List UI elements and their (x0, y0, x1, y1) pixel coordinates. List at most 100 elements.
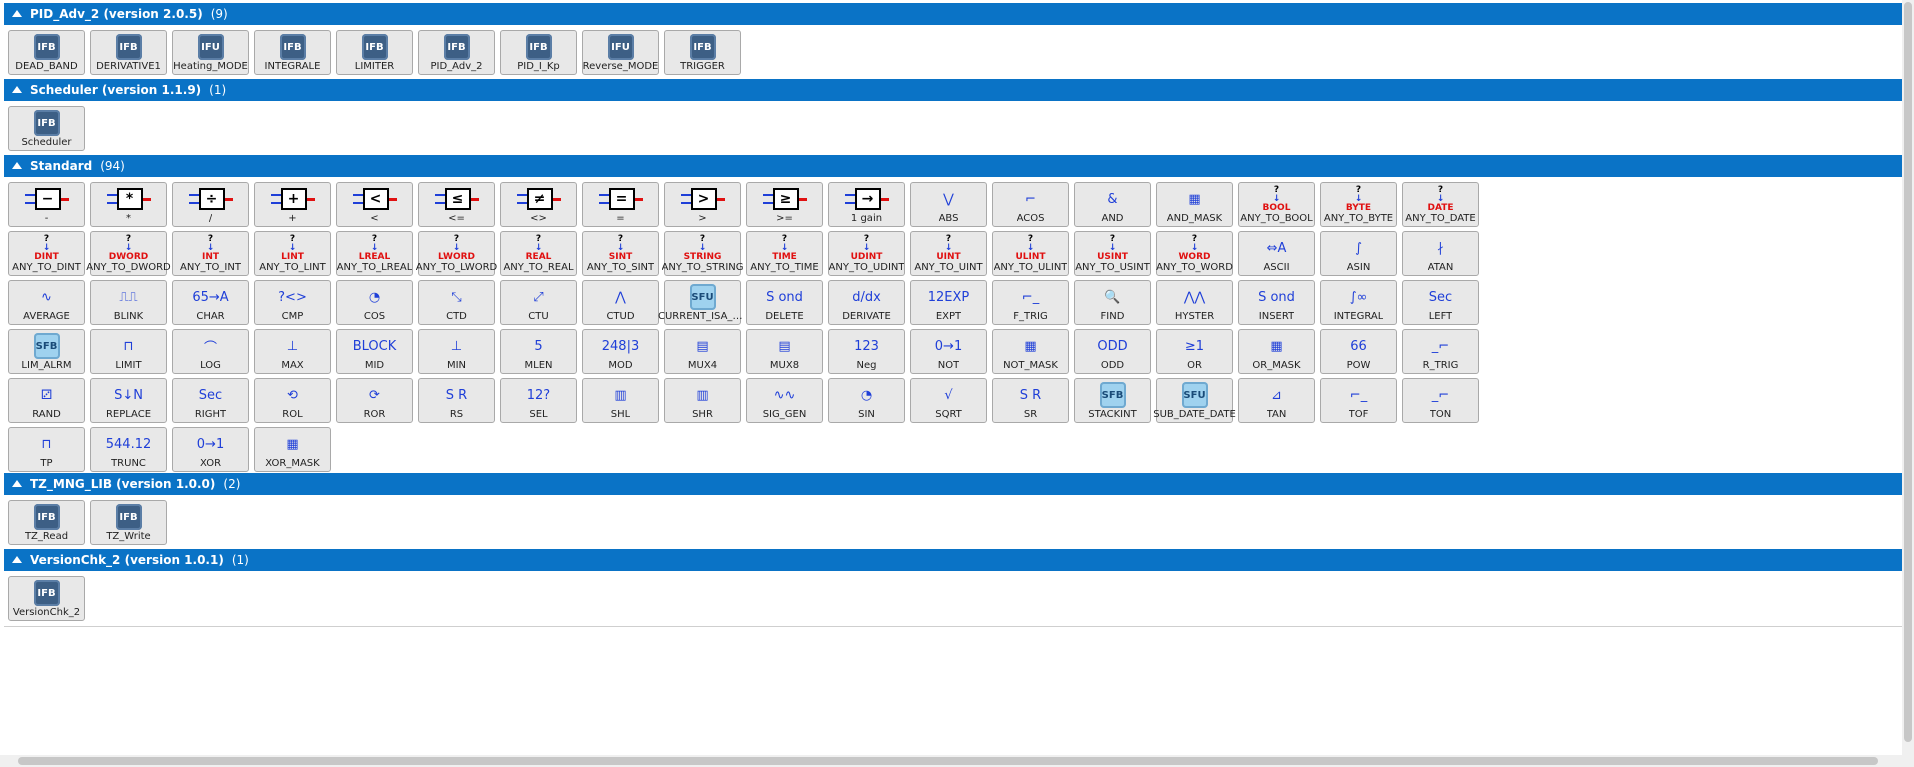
function-block-tile[interactable]: S ond DELETE (746, 280, 823, 325)
function-block-tile[interactable]: ⌐_ F_TRIG (992, 280, 1069, 325)
function-block-tile[interactable]: ≥ >= (746, 182, 823, 227)
function-block-tile[interactable]: ? ↓ INT ANY_TO_INT (172, 231, 249, 276)
function-block-tile[interactable]: ⟲ ROL (254, 378, 331, 423)
function-block-tile[interactable]: ? ↓ UDINT ANY_TO_UDINT (828, 231, 905, 276)
function-block-tile[interactable]: _⌐ R_TRIG (1402, 329, 1479, 374)
function-block-tile[interactable]: ? ↓ STRING ANY_TO_STRING (662, 231, 744, 276)
function-block-tile[interactable]: ≠ <> (500, 182, 577, 227)
function-block-tile[interactable]: ▦ XOR_MASK (254, 427, 331, 472)
function-block-tile[interactable]: ? ↓ DINT ANY_TO_DINT (8, 231, 85, 276)
function-block-tile[interactable]: ⊥ MAX (254, 329, 331, 374)
function-block-tile[interactable]: IFB LIMITER (336, 30, 413, 75)
function-block-tile[interactable]: ▥ SHL (582, 378, 659, 423)
horizontal-scrollbar-thumb[interactable] (18, 757, 1878, 765)
function-block-tile[interactable]: IFB INTEGRALE (254, 30, 331, 75)
function-block-tile[interactable]: 248|3 MOD (582, 329, 659, 374)
function-block-tile[interactable]: ? ↓ SINT ANY_TO_SINT (582, 231, 659, 276)
function-block-tile[interactable]: ? ↓ REAL ANY_TO_REAL (500, 231, 577, 276)
library-header[interactable]: PID_Adv_2 (version 2.0.5) (9) (4, 3, 1902, 25)
function-block-tile[interactable]: Sec RIGHT (172, 378, 249, 423)
function-block-tile[interactable]: ODD ODD (1074, 329, 1151, 374)
function-block-tile[interactable]: ∤ ATAN (1402, 231, 1479, 276)
function-block-tile[interactable]: ⊥ MIN (418, 329, 495, 374)
function-block-tile[interactable]: = = (582, 182, 659, 227)
function-block-tile[interactable]: ⤡ CTD (418, 280, 495, 325)
function-block-tile[interactable]: √ SQRT (910, 378, 987, 423)
function-block-tile[interactable]: ▤ MUX4 (664, 329, 741, 374)
function-block-tile[interactable]: ⌐_ TOF (1320, 378, 1397, 423)
collapse-chevron-icon[interactable] (10, 83, 24, 97)
function-block-tile[interactable]: ▦ AND_MASK (1156, 182, 1233, 227)
function-block-tile[interactable]: ⋁ ABS (910, 182, 987, 227)
function-block-tile[interactable]: * * (90, 182, 167, 227)
function-block-tile[interactable]: IFB TZ_Read (8, 500, 85, 545)
function-block-tile[interactable]: ⇔A ASCII (1238, 231, 1315, 276)
function-block-tile[interactable]: SFU SUB_DATE_DATE (1153, 378, 1236, 423)
function-block-tile[interactable]: ◔ SIN (828, 378, 905, 423)
function-block-tile[interactable]: ∫∞ INTEGRAL (1320, 280, 1397, 325)
function-block-tile[interactable]: ∿ AVERAGE (8, 280, 85, 325)
function-block-tile[interactable]: ? ↓ BOOL ANY_TO_BOOL (1238, 182, 1315, 227)
function-block-tile[interactable]: ? ↓ TIME ANY_TO_TIME (746, 231, 823, 276)
function-block-tile[interactable]: ? ↓ USINT ANY_TO_USINT (1074, 231, 1151, 276)
function-block-tile[interactable]: ?<> CMP (254, 280, 331, 325)
function-block-tile[interactable]: ? ↓ DWORD ANY_TO_DWORD (86, 231, 171, 276)
function-block-tile[interactable]: BLOCK MID (336, 329, 413, 374)
function-block-tile[interactable]: S↓N REPLACE (90, 378, 167, 423)
function-block-tile[interactable]: ⊓ LIMIT (90, 329, 167, 374)
function-block-tile[interactable]: IFB DERIVATIVE1 (90, 30, 167, 75)
function-block-tile[interactable]: ? ↓ LREAL ANY_TO_LREAL (336, 231, 413, 276)
function-block-tile[interactable]: ⋀ CTUD (582, 280, 659, 325)
library-header[interactable]: TZ_MNG_LIB (version 1.0.0) (2) (4, 473, 1902, 495)
function-block-tile[interactable]: SFB STACKINT (1074, 378, 1151, 423)
function-block-tile[interactable]: ≤ <= (418, 182, 495, 227)
collapse-chevron-icon[interactable] (10, 553, 24, 567)
function-block-tile[interactable]: ∫ ASIN (1320, 231, 1397, 276)
function-block-tile[interactable]: 12? SEL (500, 378, 577, 423)
function-block-tile[interactable]: 65→A CHAR (172, 280, 249, 325)
function-block-tile[interactable]: 0→1 NOT (910, 329, 987, 374)
function-block-tile[interactable]: IFB VersionChk_2 (8, 576, 85, 621)
function-block-tile[interactable]: 5 MLEN (500, 329, 577, 374)
function-block-tile[interactable]: 123 Neg (828, 329, 905, 374)
function-block-tile[interactable]: & AND (1074, 182, 1151, 227)
function-block-tile[interactable]: 0→1 XOR (172, 427, 249, 472)
library-header[interactable]: Scheduler (version 1.1.9) (1) (4, 79, 1902, 101)
function-block-tile[interactable]: IFU Reverse_MODE (582, 30, 659, 75)
function-block-tile[interactable]: Sec LEFT (1402, 280, 1479, 325)
function-block-tile[interactable]: < < (336, 182, 413, 227)
function-block-tile[interactable]: ▤ MUX8 (746, 329, 823, 374)
function-block-tile[interactable]: S R RS (418, 378, 495, 423)
function-block-tile[interactable]: ⌒ LOG (172, 329, 249, 374)
function-block-tile[interactable]: IFB Scheduler (8, 106, 85, 151)
function-block-tile[interactable]: 544.12 TRUNC (90, 427, 167, 472)
function-block-tile[interactable]: ⊿ TAN (1238, 378, 1315, 423)
vertical-scrollbar-thumb[interactable] (1904, 2, 1912, 742)
function-block-tile[interactable]: IFB PID_I_Kp (500, 30, 577, 75)
function-block-tile[interactable]: IFB TZ_Write (90, 500, 167, 545)
vertical-scrollbar[interactable] (1902, 0, 1914, 767)
function-block-tile[interactable]: 🔍 FIND (1074, 280, 1151, 325)
function-block-tile[interactable]: ▦ NOT_MASK (992, 329, 1069, 374)
function-block-tile[interactable]: ? ↓ LINT ANY_TO_LINT (254, 231, 331, 276)
library-header[interactable]: VersionChk_2 (version 1.0.1) (1) (4, 549, 1902, 571)
function-block-tile[interactable]: ⎍⎍ BLINK (90, 280, 167, 325)
horizontal-scrollbar[interactable] (0, 755, 1902, 767)
function-block-tile[interactable]: ⌐ ACOS (992, 182, 1069, 227)
function-block-tile[interactable]: ⟳ ROR (336, 378, 413, 423)
function-block-tile[interactable]: ∿∿ SIG_GEN (746, 378, 823, 423)
library-header[interactable]: Standard (94) (4, 155, 1902, 177)
function-block-tile[interactable]: ⋀⋀ HYSTER (1156, 280, 1233, 325)
collapse-chevron-icon[interactable] (10, 159, 24, 173)
function-block-tile[interactable]: _⌐ TON (1402, 378, 1479, 423)
collapse-chevron-icon[interactable] (10, 7, 24, 21)
function-block-tile[interactable]: ⊓ TP (8, 427, 85, 472)
function-block-tile[interactable]: S R SR (992, 378, 1069, 423)
function-block-tile[interactable]: ≥1 OR (1156, 329, 1233, 374)
function-block-tile[interactable]: − - (8, 182, 85, 227)
function-block-tile[interactable]: ? ↓ DATE ANY_TO_DATE (1402, 182, 1479, 227)
function-block-tile[interactable]: IFB PID_Adv_2 (418, 30, 495, 75)
function-block-tile[interactable]: ⚂ RAND (8, 378, 85, 423)
function-block-tile[interactable]: IFU Heating_MODE (172, 30, 249, 75)
function-block-tile[interactable]: ⤢ CTU (500, 280, 577, 325)
